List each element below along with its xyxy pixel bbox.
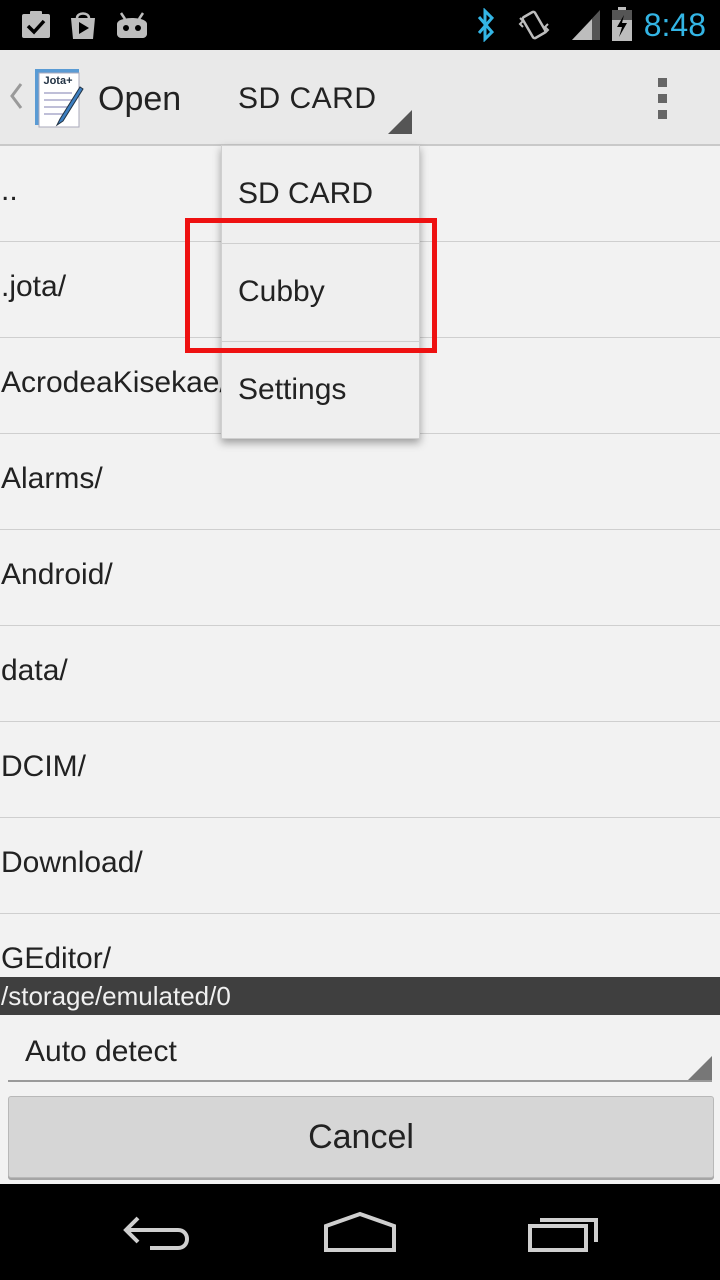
spinner-arrow-icon	[388, 110, 412, 134]
encoding-selected: Auto detect	[25, 1035, 177, 1068]
app-logo-icon[interactable]: Jota+	[32, 67, 86, 129]
dropdown-item-label: Cubby	[238, 275, 325, 308]
file-name: Android/	[1, 558, 113, 591]
status-time: 8:48	[643, 7, 706, 43]
dropdown-item-cubby[interactable]: Cubby	[222, 244, 419, 341]
cancel-button[interactable]: Cancel	[8, 1096, 714, 1178]
file-row-geditor[interactable]: GEditor/	[0, 914, 720, 977]
file-name: Download/	[1, 846, 143, 879]
current-path-bar: /storage/emulated/0	[0, 977, 720, 1015]
navigation-bar	[0, 1184, 720, 1280]
play-store-icon	[71, 12, 95, 39]
current-path: /storage/emulated/0	[1, 981, 231, 1011]
storage-dropdown-menu: SD CARD Cubby Settings	[221, 145, 420, 439]
app-logo-text: Jota+	[43, 75, 72, 87]
cancel-button-label: Cancel	[308, 1118, 414, 1156]
page-title: Open	[98, 80, 182, 118]
dropdown-item-settings[interactable]: Settings	[222, 342, 419, 439]
overflow-dot-icon	[658, 110, 667, 119]
android-icon	[117, 12, 147, 38]
spinner-arrow-icon	[688, 1056, 712, 1080]
dropdown-item-label: Settings	[238, 373, 347, 406]
overflow-dot-icon	[658, 78, 667, 87]
home-icon[interactable]	[320, 1208, 400, 1256]
file-name: .jota/	[1, 270, 67, 303]
file-name: Alarms/	[1, 462, 103, 495]
vibrate-icon	[518, 10, 550, 40]
file-name: AcrodeaKisekae/	[1, 366, 228, 399]
back-icon[interactable]	[120, 1208, 200, 1256]
file-row-data[interactable]: data/	[0, 626, 720, 722]
dropdown-item-sd-card[interactable]: SD CARD	[222, 146, 419, 243]
dropdown-item-label: SD CARD	[238, 177, 374, 210]
file-row-android[interactable]: Android/	[0, 530, 720, 626]
file-name: GEditor/	[1, 942, 112, 975]
storage-spinner-label: SD CARD	[238, 82, 377, 115]
overflow-dot-icon	[658, 94, 667, 103]
file-row-dcim[interactable]: DCIM/	[0, 722, 720, 818]
file-name: data/	[1, 654, 68, 687]
battery-charging-icon	[612, 7, 632, 41]
overflow-menu-button[interactable]	[640, 70, 688, 126]
file-name: ..	[1, 174, 18, 207]
file-row-download[interactable]: Download/	[0, 818, 720, 914]
recents-icon[interactable]	[524, 1208, 604, 1256]
file-row-alarms[interactable]: Alarms/	[0, 434, 720, 530]
screen: 8:48 Jota+ Open SD CARD .. .jota/ Acrode…	[0, 0, 720, 1280]
storage-spinner[interactable]: SD CARD	[222, 50, 418, 144]
up-chevron-icon[interactable]	[8, 80, 24, 112]
status-bar: 8:48	[0, 0, 720, 50]
bluetooth-icon	[477, 8, 495, 42]
file-name: DCIM/	[1, 750, 86, 783]
encoding-spinner[interactable]: Auto detect	[8, 1022, 712, 1082]
clipboard-check-icon	[22, 11, 50, 38]
action-bar: Jota+ Open SD CARD	[0, 50, 720, 146]
signal-icon	[572, 10, 600, 40]
